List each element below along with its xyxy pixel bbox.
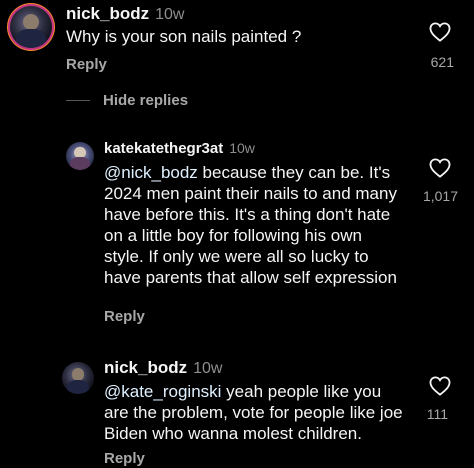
heart-outline-icon [429,376,451,396]
comment-text: Why is your son nails painted ? [66,27,302,46]
like-button[interactable] [420,376,460,396]
comment-username[interactable]: katekatethegr3at 10w [104,140,255,157]
avatar[interactable] [10,6,52,48]
like-button[interactable] [420,22,460,42]
reply-button[interactable]: Reply [104,450,145,467]
reply-button[interactable]: Reply [104,308,145,325]
heart-outline-icon [429,158,451,178]
heart-outline-icon [429,22,451,42]
mention-link[interactable]: @kate_roginski [104,382,221,401]
mention-link[interactable]: @nick_bodz [104,163,198,182]
reply-button[interactable]: Reply [66,56,107,73]
divider [66,100,90,101]
comment-text: @kate_roginski yeah people like you are … [104,382,403,443]
like-button[interactable] [420,158,460,178]
avatar[interactable] [66,142,94,170]
comment-timestamp: 10w [229,140,255,156]
comment-username[interactable]: nick_bodz 10w [104,358,222,378]
comment-timestamp: 10w [193,360,223,377]
comment-timestamp: 10w [155,6,185,23]
comment-text: @nick_bodz because they can be. It's 202… [104,163,397,287]
hide-replies-button[interactable]: Hide replies [103,92,188,109]
avatar[interactable] [62,362,94,394]
like-count: 111 [426,406,448,422]
comment-username[interactable]: nick_bodz 10w [66,4,184,24]
like-count: 621 [430,54,454,70]
like-count: 1,017 [422,188,458,204]
